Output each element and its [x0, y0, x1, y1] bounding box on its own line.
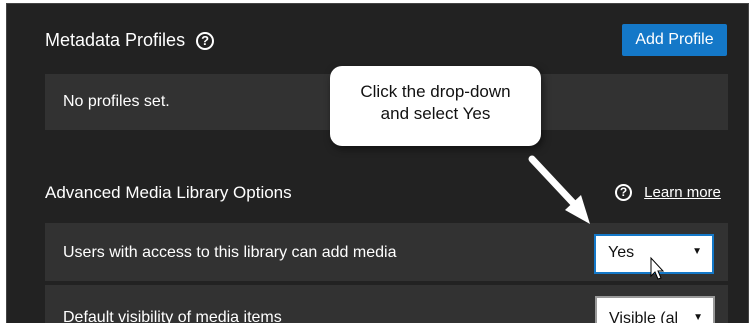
mouse-cursor-icon — [650, 256, 665, 280]
